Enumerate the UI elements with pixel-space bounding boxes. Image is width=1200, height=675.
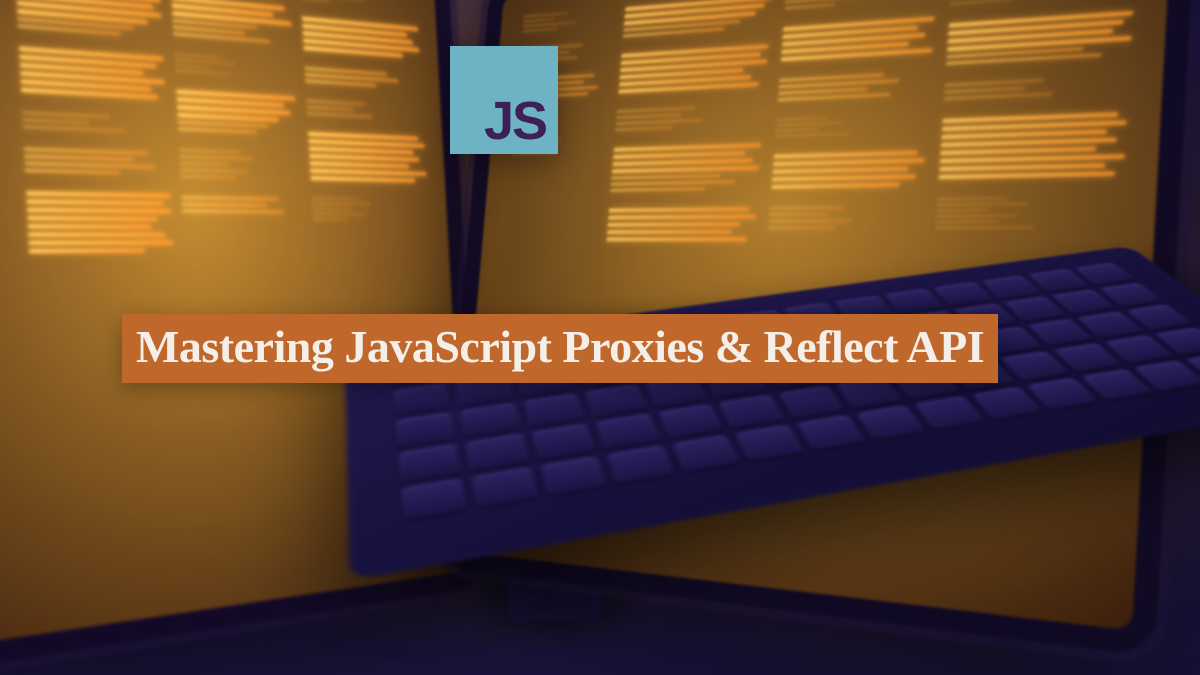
js-badge-label: JS xyxy=(484,94,546,148)
laptop-keyboard xyxy=(345,246,1200,581)
js-badge: JS xyxy=(450,46,558,154)
hero-graphic: JS Mastering JavaScript Proxies & Reflec… xyxy=(0,0,1200,675)
title-banner: Mastering JavaScript Proxies & Reflect A… xyxy=(122,314,998,383)
page-title: Mastering JavaScript Proxies & Reflect A… xyxy=(136,320,984,373)
